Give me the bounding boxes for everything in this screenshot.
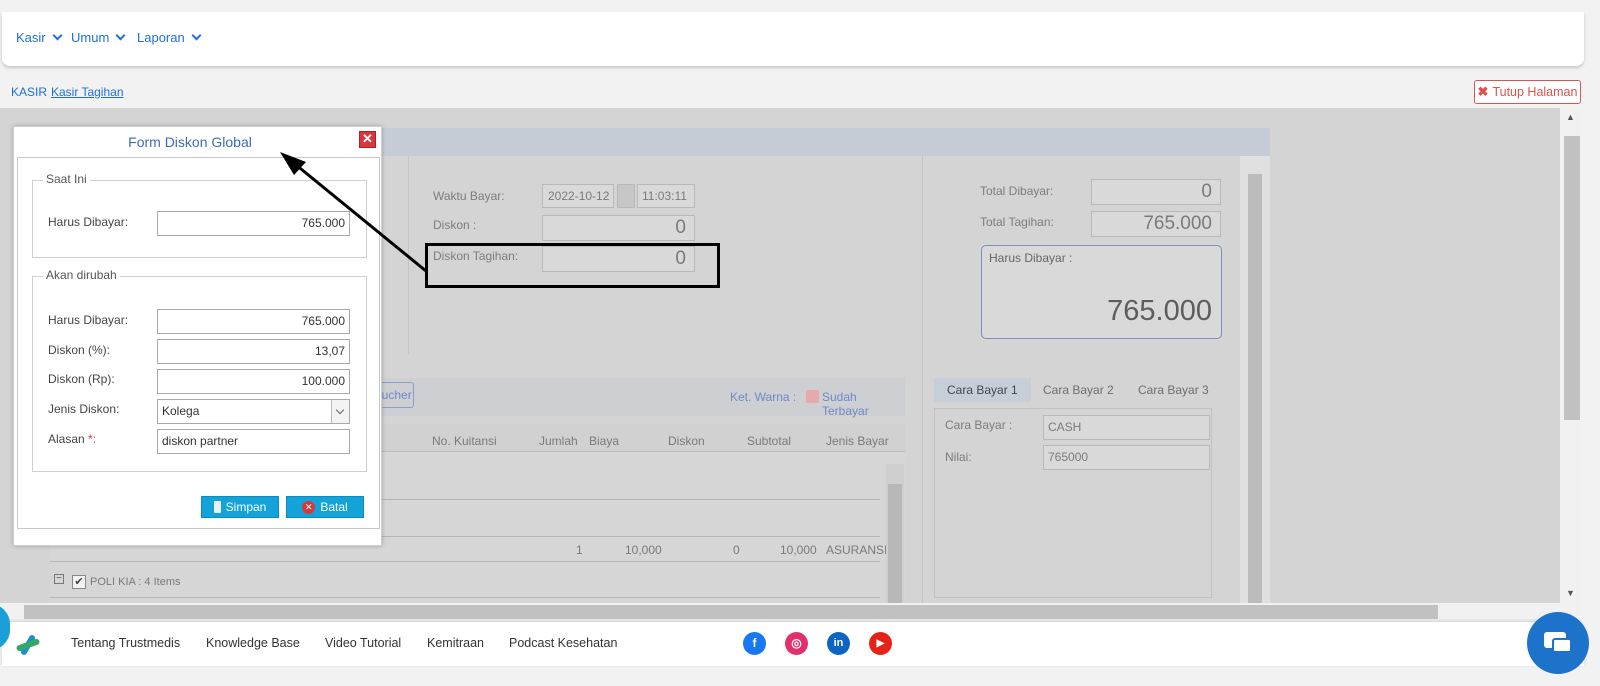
footer-link-kemitraan[interactable]: Kemitraan xyxy=(427,636,484,650)
instagram-icon[interactable]: ◎ xyxy=(785,632,808,655)
footer: Tentang Trustmedis Knowledge Base Video … xyxy=(2,622,1584,666)
footer-link-podcast[interactable]: Podcast Kesehatan xyxy=(509,636,617,650)
annotation-arrow xyxy=(280,152,427,273)
chat-icon-bubble xyxy=(1552,638,1572,653)
linkedin-icon[interactable]: in xyxy=(827,632,850,655)
footer-link-video-tutorial[interactable]: Video Tutorial xyxy=(325,636,401,650)
facebook-icon[interactable]: f xyxy=(743,632,766,655)
chat-button[interactable] xyxy=(1527,612,1589,674)
footer-link-knowledge-base[interactable]: Knowledge Base xyxy=(206,636,300,650)
footer-link-tentang[interactable]: Tentang Trustmedis xyxy=(71,636,180,650)
youtube-icon[interactable]: ▶ xyxy=(869,632,892,655)
trustmedis-logo-icon xyxy=(15,633,41,657)
arrow-line xyxy=(289,158,427,273)
